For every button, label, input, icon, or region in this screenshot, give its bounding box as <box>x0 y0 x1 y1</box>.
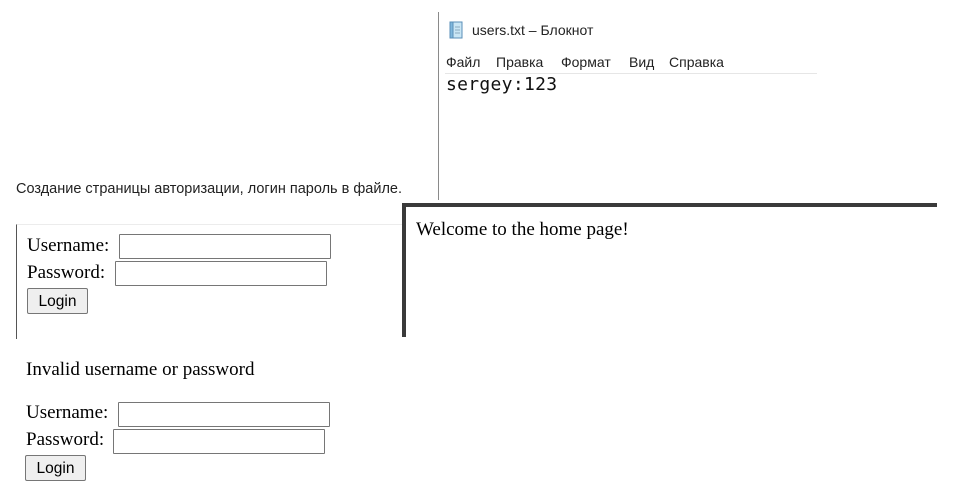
menu-file[interactable]: Файл <box>446 54 480 70</box>
login-form: Username: Password: Login <box>16 224 403 339</box>
login-button[interactable]: Login <box>25 455 86 481</box>
menu-view[interactable]: Вид <box>629 54 654 70</box>
password-label: Password: <box>26 429 105 450</box>
menu-help[interactable]: Справка <box>669 54 724 70</box>
notepad-title: users.txt – Блокнот <box>472 22 594 38</box>
notepad-window-border <box>438 12 439 200</box>
screenshot-caption: Создание страницы авторизации, логин пар… <box>16 181 402 197</box>
login-form-error-state: Username: Password: Login <box>16 392 402 492</box>
username-input[interactable] <box>118 402 330 427</box>
password-input[interactable] <box>115 261 327 286</box>
username-label: Username: <box>27 235 110 256</box>
notepad-file-icon <box>448 21 464 39</box>
welcome-message: Welcome to the home page! <box>416 219 629 240</box>
menu-edit[interactable]: Правка <box>496 54 543 70</box>
error-message: Invalid username or password <box>26 359 255 380</box>
username-input[interactable] <box>119 234 331 259</box>
notepad-menubar: Файл Правка Формат Вид Справка <box>445 54 817 74</box>
home-page-panel: Welcome to the home page! <box>402 203 937 337</box>
username-label: Username: <box>26 402 109 423</box>
password-input[interactable] <box>113 429 325 454</box>
password-label: Password: <box>27 262 106 283</box>
notepad-text-content[interactable]: sergey:123 <box>446 74 557 95</box>
login-button[interactable]: Login <box>27 288 88 314</box>
menu-format[interactable]: Формат <box>561 54 611 70</box>
